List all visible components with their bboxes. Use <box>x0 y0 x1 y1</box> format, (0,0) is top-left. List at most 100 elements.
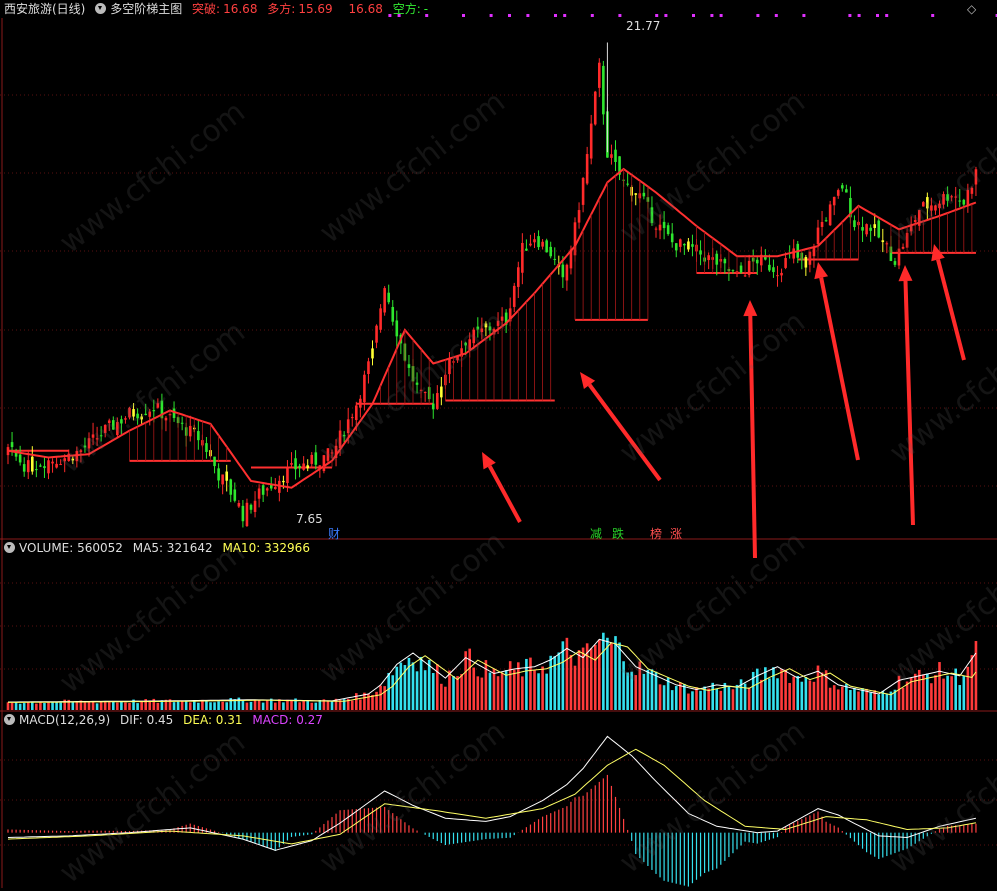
stock-chart[interactable] <box>0 0 997 888</box>
candle <box>691 244 694 247</box>
volume-bar <box>298 702 301 710</box>
candle <box>512 285 516 307</box>
volume-bar <box>683 683 686 710</box>
event-tag-zhang[interactable]: 涨 <box>670 525 682 542</box>
volume-bar <box>197 702 200 710</box>
volume-bar <box>22 703 26 710</box>
volume-bar <box>375 691 378 710</box>
volume-bar <box>6 702 10 710</box>
dropdown-circle-icon[interactable] <box>4 542 15 553</box>
candle <box>188 425 192 437</box>
signal-arrow <box>819 277 860 461</box>
signal-dot <box>710 14 714 17</box>
candle <box>865 224 868 235</box>
candle <box>298 465 301 468</box>
volume-bar <box>440 683 443 710</box>
volume-bar <box>593 644 597 710</box>
volume-bar <box>885 693 889 710</box>
macd-value: MACD: 0.27 <box>252 713 323 727</box>
candle <box>517 267 520 287</box>
signal-dot <box>931 14 935 17</box>
volume-bar <box>464 651 467 710</box>
dropdown-circle-icon[interactable] <box>4 714 15 725</box>
volume-bar <box>456 676 459 710</box>
candle <box>233 489 237 501</box>
volume-bar <box>946 675 949 710</box>
volume-ma5: MA5: 321642 <box>132 541 213 555</box>
candle <box>565 264 569 281</box>
volume-bar <box>699 690 702 710</box>
volume-bar <box>484 660 488 710</box>
volume-bar <box>39 702 42 710</box>
candle <box>820 221 824 227</box>
volume-bar <box>448 670 451 710</box>
volume-bar <box>359 699 362 710</box>
volume-bar <box>776 678 779 710</box>
candle <box>885 243 889 245</box>
volume-ma10: MA10: 332966 <box>222 541 310 555</box>
volume-bar <box>849 690 852 710</box>
candle <box>545 240 548 253</box>
volume-bar <box>496 676 500 710</box>
volume-bar <box>731 689 735 710</box>
volume-bar <box>670 690 674 710</box>
volume-bar <box>521 676 524 710</box>
volume-bar <box>172 702 176 710</box>
duofang-label: 多方: <box>267 2 296 16</box>
candle <box>561 264 565 278</box>
candle <box>197 431 200 441</box>
volume-bar <box>419 656 423 710</box>
candle <box>715 253 719 265</box>
indicator-name[interactable]: 多空阶梯主图 <box>110 2 182 16</box>
candle <box>610 154 613 158</box>
volume-bar <box>116 702 119 710</box>
candle <box>282 480 285 483</box>
volume-bar <box>772 667 775 710</box>
volume-bar <box>687 693 690 710</box>
volume-bar <box>760 679 763 710</box>
event-tag-jian[interactable]: 减 <box>590 525 602 542</box>
event-tag-die[interactable]: 跌 <box>612 525 624 542</box>
macd-dea: DEA: 0.31 <box>183 713 243 727</box>
candle <box>221 474 224 485</box>
event-tag-bang[interactable]: 榜 <box>650 525 662 542</box>
candle <box>379 308 382 330</box>
volume-bar <box>768 678 771 710</box>
volume-bar <box>156 702 160 710</box>
volume-bar <box>573 665 577 710</box>
volume-bar <box>120 701 123 710</box>
candle <box>674 243 678 251</box>
candle <box>577 210 581 223</box>
dropdown-circle-icon[interactable] <box>95 3 107 14</box>
signal-dot <box>655 14 659 17</box>
volume-bar <box>832 685 836 710</box>
diamond-icon[interactable]: ◇ <box>967 2 976 16</box>
volume-bar <box>431 672 435 710</box>
candle <box>723 259 727 264</box>
arrow-head <box>814 262 829 280</box>
volume-bar <box>780 669 783 710</box>
signal-dot <box>563 14 567 17</box>
volume-bar <box>395 666 399 710</box>
volume-bar <box>99 701 103 710</box>
volume-bar <box>618 642 621 710</box>
candle <box>853 220 856 228</box>
candle <box>614 149 617 163</box>
volume-bar <box>249 701 253 710</box>
signal-dot <box>489 14 493 17</box>
signal-dot <box>508 14 511 17</box>
candle <box>302 463 305 470</box>
volume-bar <box>205 701 208 710</box>
volume-bar <box>10 702 14 710</box>
candle <box>747 260 751 276</box>
volume-bar <box>529 657 532 710</box>
volume-bar <box>452 675 455 710</box>
volume-bar <box>265 700 269 710</box>
event-tag-cai[interactable]: 财 <box>328 525 340 542</box>
candle <box>877 220 881 238</box>
volume-bar <box>533 670 536 710</box>
volume-bar <box>662 685 666 710</box>
volume-bar <box>95 703 99 710</box>
candle <box>431 403 435 410</box>
volume-bar <box>845 683 848 710</box>
